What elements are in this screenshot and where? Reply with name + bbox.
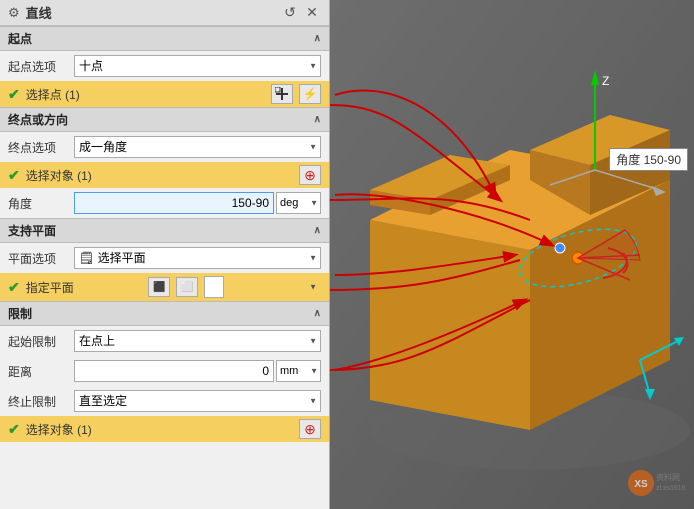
end-limit-select[interactable]: 直至选定: [74, 390, 321, 412]
check-icon-end: ✔: [8, 167, 20, 184]
end-option-row: 终点选项 成一角度: [0, 132, 329, 162]
limits-chevron: ∧: [314, 308, 321, 319]
start-limit-row: 起始限制 在点上: [0, 326, 329, 356]
distance-input[interactable]: [74, 360, 274, 382]
svg-text:XS: XS: [634, 479, 648, 490]
check-icon-end2: ✔: [8, 421, 20, 438]
distance-label: 距离: [8, 363, 68, 380]
svg-text:资料网: 资料网: [656, 472, 680, 482]
add-point-button[interactable]: [271, 84, 293, 104]
plane-pick-button2[interactable]: ⬜: [176, 277, 198, 297]
end-limit-row: 终止限制 直至选定: [0, 386, 329, 416]
section-support-plane[interactable]: 支持平面 ∧: [0, 218, 329, 243]
end-option-select-wrapper: 成一角度: [74, 136, 321, 158]
section-start-point[interactable]: 起点 ∧: [0, 26, 329, 51]
section-end-direction-label: 终点或方向: [8, 111, 68, 128]
3d-scene: Z: [330, 0, 694, 509]
plane-action-select[interactable]: [204, 276, 224, 298]
start-limit-select-wrapper: 在点上: [74, 330, 321, 352]
watermark-logo: XS 资料网 zl.xs1616.com: [626, 468, 686, 498]
svg-text:zl.xs1616.com: zl.xs1616.com: [656, 485, 686, 492]
angle-row: 角度 deg rad: [0, 188, 329, 218]
end-limit-select-wrapper: 直至选定: [74, 390, 321, 412]
start-option-select[interactable]: 十点: [74, 55, 321, 77]
end-option-label: 终点选项: [8, 139, 68, 156]
panel-titlebar: ⚙ 直线 ↺ ✕: [0, 0, 329, 26]
section-limits[interactable]: 限制 ∧: [0, 301, 329, 326]
end-option-select[interactable]: 成一角度: [74, 136, 321, 158]
watermark: XS 资料网 zl.xs1616.com: [626, 468, 686, 501]
selected-object-label-2: 选择对象 (1): [26, 421, 293, 438]
distance-input-wrapper: mm cm: [74, 360, 321, 382]
distance-unit-wrapper: mm cm: [276, 360, 321, 382]
gear-icon: ⚙: [8, 5, 20, 21]
specify-plane-row: ✔ 指定平面 ⬛ ⬜: [0, 273, 329, 301]
selected-object-label: 选择对象 (1): [26, 167, 293, 184]
specify-plane-label: 指定平面: [26, 279, 143, 296]
plane-option-label: 平面选项: [8, 250, 68, 267]
left-panel: ⚙ 直线 ↺ ✕ 起点 ∧ 起点选项 十点 ✔ 选择点 (1): [0, 0, 330, 509]
target-icon-end2[interactable]: ⊕: [299, 419, 321, 439]
check-icon-start: ✔: [8, 86, 20, 103]
angle-label: 角度: [8, 195, 68, 212]
plane-option-row: 平面选项 🗒 选择平面: [0, 243, 329, 273]
start-limit-select[interactable]: 在点上: [74, 330, 321, 352]
plane-pick-button1[interactable]: ⬛: [148, 277, 170, 297]
plane-action-select-wrapper: [204, 276, 321, 298]
distance-unit-select[interactable]: mm cm: [276, 360, 321, 382]
check-icon-plane: ✔: [8, 279, 20, 296]
panel-title-actions: ↺ ✕: [281, 4, 321, 22]
section-support-plane-label: 支持平面: [8, 222, 56, 239]
viewport[interactable]: Z 角: [330, 0, 694, 509]
angle-unit-select[interactable]: deg rad: [276, 192, 321, 214]
end-direction-chevron: ∧: [314, 114, 321, 125]
panel-title: 直线: [26, 3, 52, 22]
start-option-label: 起点选项: [8, 58, 68, 75]
selected-object-row: ✔ 选择对象 (1) ⊕: [0, 162, 329, 188]
target-icon-end[interactable]: ⊕: [299, 165, 321, 185]
distance-row: 距离 mm cm: [0, 356, 329, 386]
section-start-point-label: 起点: [8, 30, 32, 47]
panel-content: 起点 ∧ 起点选项 十点 ✔ 选择点 (1) ⚡: [0, 26, 329, 509]
start-limit-label: 起始限制: [8, 333, 68, 350]
plane-option-select-wrapper: 🗒 选择平面: [74, 247, 321, 269]
add-icon: [275, 87, 289, 101]
selected-point-label: 选择点 (1): [26, 86, 265, 103]
section-limits-label: 限制: [8, 305, 32, 322]
reset-button[interactable]: ↺: [281, 4, 299, 22]
selected-object-row-2: ✔ 选择对象 (1) ⊕: [0, 416, 329, 442]
end-limit-label: 终止限制: [8, 393, 68, 410]
angle-input-wrapper: deg rad: [74, 192, 321, 214]
close-button[interactable]: ✕: [303, 4, 321, 22]
angle-tooltip: 角度 150-90: [609, 148, 688, 171]
angle-input[interactable]: [74, 192, 274, 214]
plane-option-select[interactable]: 🗒 选择平面: [74, 247, 321, 269]
panel-title-left: ⚙ 直线: [8, 3, 52, 22]
svg-text:Z: Z: [602, 74, 609, 88]
angle-tooltip-text: 角度 150-90: [616, 153, 681, 167]
support-plane-chevron: ∧: [314, 225, 321, 236]
start-option-row: 起点选项 十点: [0, 51, 329, 81]
selected-point-row: ✔ 选择点 (1) ⚡: [0, 81, 329, 107]
section-end-direction[interactable]: 终点或方向 ∧: [0, 107, 329, 132]
start-point-chevron: ∧: [314, 33, 321, 44]
angle-unit-wrapper: deg rad: [276, 192, 321, 214]
start-option-select-wrapper: 十点: [74, 55, 321, 77]
pick-point-button[interactable]: ⚡: [299, 84, 321, 104]
